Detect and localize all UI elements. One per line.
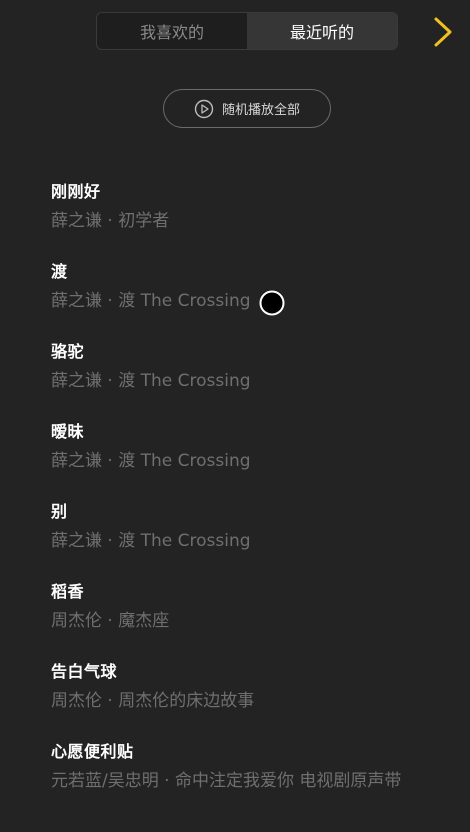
song-title: 刚刚好	[51, 182, 101, 201]
tab-bar: 我喜欢的 最近听的	[96, 12, 398, 50]
tab-recent[interactable]: 最近听的	[247, 13, 397, 49]
song-item[interactable]: 稻香 周杰伦 · 魔杰座	[51, 580, 451, 660]
song-title: 渡	[51, 262, 68, 281]
song-title: 告白气球	[51, 662, 118, 681]
song-title: 暧昧	[51, 422, 85, 441]
shuffle-all-label: 随机播放全部	[221, 103, 300, 118]
song-meta: 薛之谦 · 初学者	[51, 211, 170, 231]
song-meta: 薛之谦 · 渡 The Crossing	[51, 291, 251, 311]
cursor-icon	[259, 290, 285, 316]
song-title: 别	[51, 502, 68, 521]
song-meta: 薛之谦 · 渡 The Crossing	[51, 531, 251, 551]
song-item[interactable]: 渡 薛之谦 · 渡 The Crossing	[51, 260, 451, 340]
song-item[interactable]: 告白气球 周杰伦 · 周杰伦的床边故事	[51, 660, 451, 740]
song-item[interactable]: 别 薛之谦 · 渡 The Crossing	[51, 500, 451, 580]
song-meta: 薛之谦 · 渡 The Crossing	[51, 371, 251, 391]
song-title: 稻香	[51, 582, 85, 601]
play-circle-icon	[194, 99, 214, 119]
song-item[interactable]: 暧昧 薛之谦 · 渡 The Crossing	[51, 420, 451, 500]
song-title: 心愿便利贴	[51, 742, 134, 761]
song-item[interactable]: 心愿便利贴 元若蓝/吴忠明 · 命中注定我爱你 电视剧原声带	[51, 740, 451, 820]
shuffle-all-button[interactable]: 随机播放全部	[163, 89, 331, 128]
song-meta: 周杰伦 · 魔杰座	[51, 611, 170, 631]
song-title: 骆驼	[51, 342, 85, 361]
chevron-right-icon[interactable]	[430, 16, 456, 48]
song-item[interactable]: 刚刚好 薛之谦 · 初学者	[51, 180, 451, 260]
song-list: 刚刚好 薛之谦 · 初学者 渡 薛之谦 · 渡 The Crossing 骆驼 …	[51, 180, 451, 820]
song-meta: 薛之谦 · 渡 The Crossing	[51, 451, 251, 471]
tab-favorites[interactable]: 我喜欢的	[97, 13, 247, 49]
song-meta: 元若蓝/吴忠明 · 命中注定我爱你 电视剧原声带	[51, 771, 402, 791]
song-item[interactable]: 骆驼 薛之谦 · 渡 The Crossing	[51, 340, 451, 420]
song-meta: 周杰伦 · 周杰伦的床边故事	[51, 691, 255, 711]
